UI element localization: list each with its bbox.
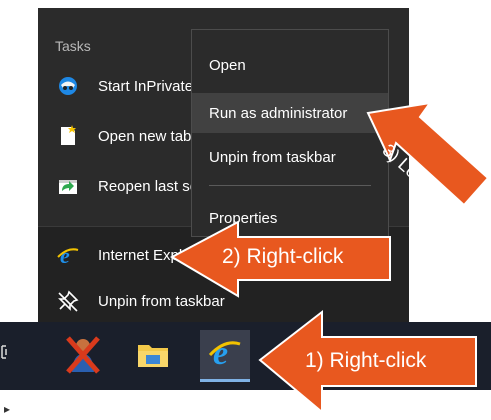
- annotation-step2-label: 2) Right-click: [222, 245, 344, 268]
- annotation-step1-label: 1) Right-click: [305, 349, 427, 372]
- footer-mark: ▸: [4, 402, 11, 416]
- screenshot-canvas: Tasks Start InPrivate Browsing Open new …: [0, 0, 491, 420]
